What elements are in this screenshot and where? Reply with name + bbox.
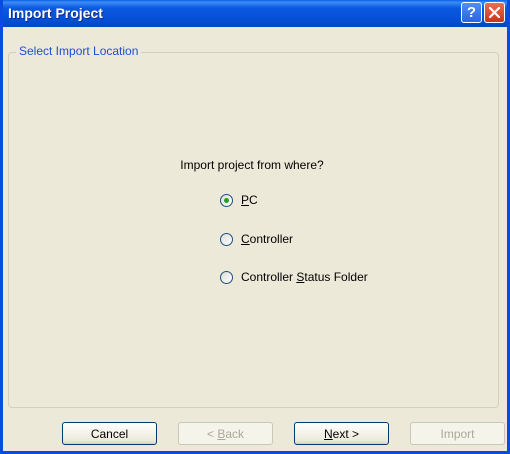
back-button[interactable]: < Back [178, 422, 273, 445]
radio-pc[interactable] [220, 193, 233, 207]
next-button-label: Next > [323, 426, 360, 441]
import-button-label: Import [440, 426, 475, 441]
next-button[interactable]: Next > [294, 422, 389, 445]
radio-option-controller[interactable]: Controller [220, 231, 293, 247]
cancel-button[interactable]: Cancel [62, 422, 157, 445]
radio-controller-status-folder[interactable] [220, 270, 233, 284]
radio-option-pc[interactable]: PC [220, 192, 258, 208]
title-bar[interactable]: Import Project ? [3, 0, 507, 27]
help-icon: ? [466, 4, 477, 21]
radio-pc-label: PC [241, 193, 258, 207]
group-label: Select Import Location [16, 44, 142, 58]
close-icon [489, 7, 500, 18]
radio-controller-label: Controller [241, 232, 294, 246]
radio-controller[interactable] [220, 232, 233, 246]
import-question: Import project from where? [180, 158, 324, 172]
back-button-label: < Back [206, 426, 245, 441]
help-button[interactable]: ? [461, 2, 482, 23]
import-location-group [8, 52, 499, 408]
cancel-button-label: Cancel [90, 426, 129, 441]
close-button[interactable] [484, 2, 505, 23]
radio-controller-status-folder-label: Controller Status Folder [241, 270, 368, 284]
radio-option-controller-status-folder[interactable]: Controller Status Folder [220, 269, 368, 285]
window-title: Import Project [8, 5, 103, 21]
import-button[interactable]: Import [410, 422, 505, 445]
